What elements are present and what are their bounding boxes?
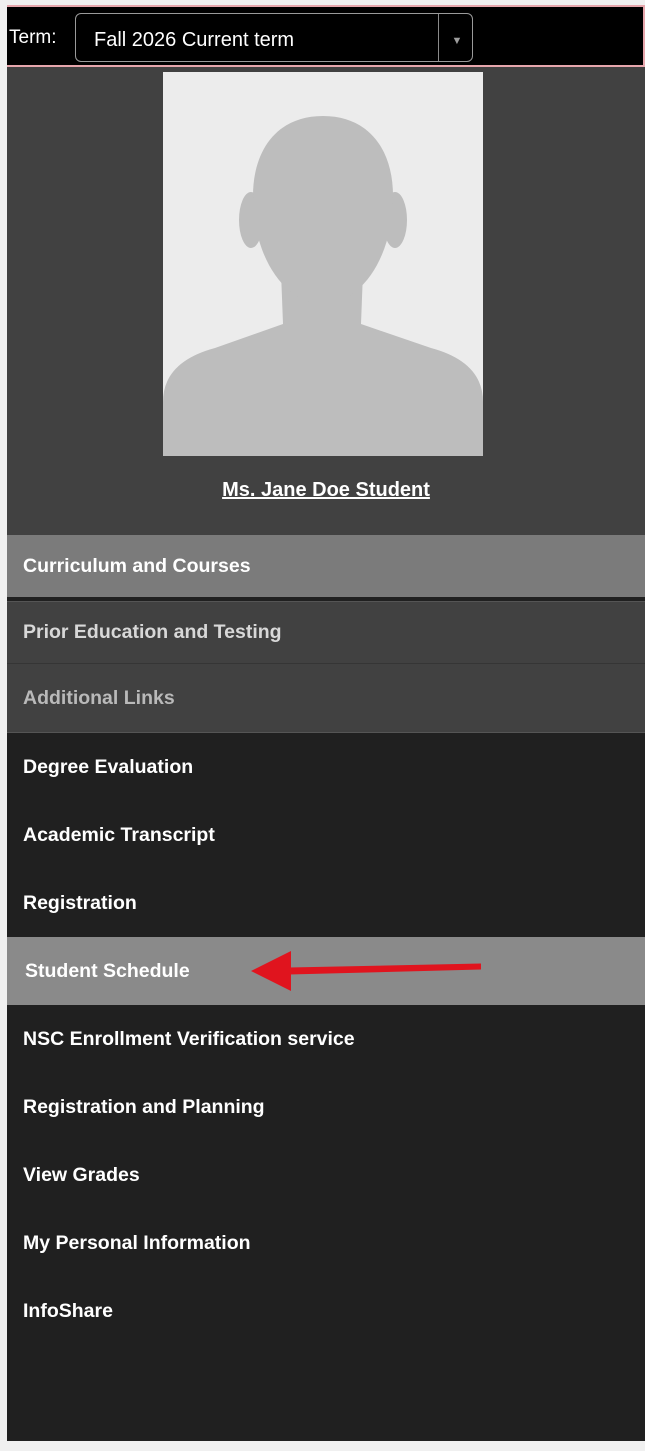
link-registration-and-planning[interactable]: Registration and Planning — [7, 1073, 645, 1141]
section-additional-links[interactable]: Additional Links — [7, 663, 645, 733]
profile-area: Ms. Jane Doe Student — [7, 67, 645, 535]
dropdown-separator — [438, 14, 439, 61]
avatar — [163, 72, 483, 456]
link-student-schedule[interactable]: Student Schedule — [7, 937, 645, 1005]
profile-name-link[interactable]: Ms. Jane Doe Student — [7, 479, 645, 502]
link-nsc-enrollment-verification-service[interactable]: NSC Enrollment Verification service — [7, 1005, 645, 1073]
link-my-personal-information[interactable]: My Personal Information — [7, 1209, 645, 1277]
section-prior-education-and-testing[interactable]: Prior Education and Testing — [7, 601, 645, 663]
section-curriculum-and-courses[interactable]: Curriculum and Courses — [7, 535, 645, 597]
link-student-schedule-label: Student Schedule — [25, 959, 190, 982]
arrow-left-icon — [251, 951, 481, 991]
term-selected-value: Fall 2026 Current term — [94, 29, 295, 51]
additional-links-list: Degree Evaluation Academic Transcript Re… — [7, 733, 645, 1345]
link-registration[interactable]: Registration — [7, 869, 645, 937]
link-infoshare[interactable]: InfoShare — [7, 1277, 645, 1345]
sidebar-panel: Term: Fall 2026 Current term ▼ Ms. Jane … — [7, 5, 645, 1441]
term-bar: Term: Fall 2026 Current term ▼ — [7, 5, 645, 67]
link-degree-evaluation[interactable]: Degree Evaluation — [7, 733, 645, 801]
term-label: Term: — [9, 27, 57, 48]
link-academic-transcript[interactable]: Academic Transcript — [7, 801, 645, 869]
chevron-down-icon[interactable]: ▼ — [442, 14, 472, 61]
term-dropdown[interactable]: Fall 2026 Current term ▼ — [75, 13, 473, 62]
link-view-grades[interactable]: View Grades — [7, 1141, 645, 1209]
person-silhouette-icon — [163, 72, 483, 456]
